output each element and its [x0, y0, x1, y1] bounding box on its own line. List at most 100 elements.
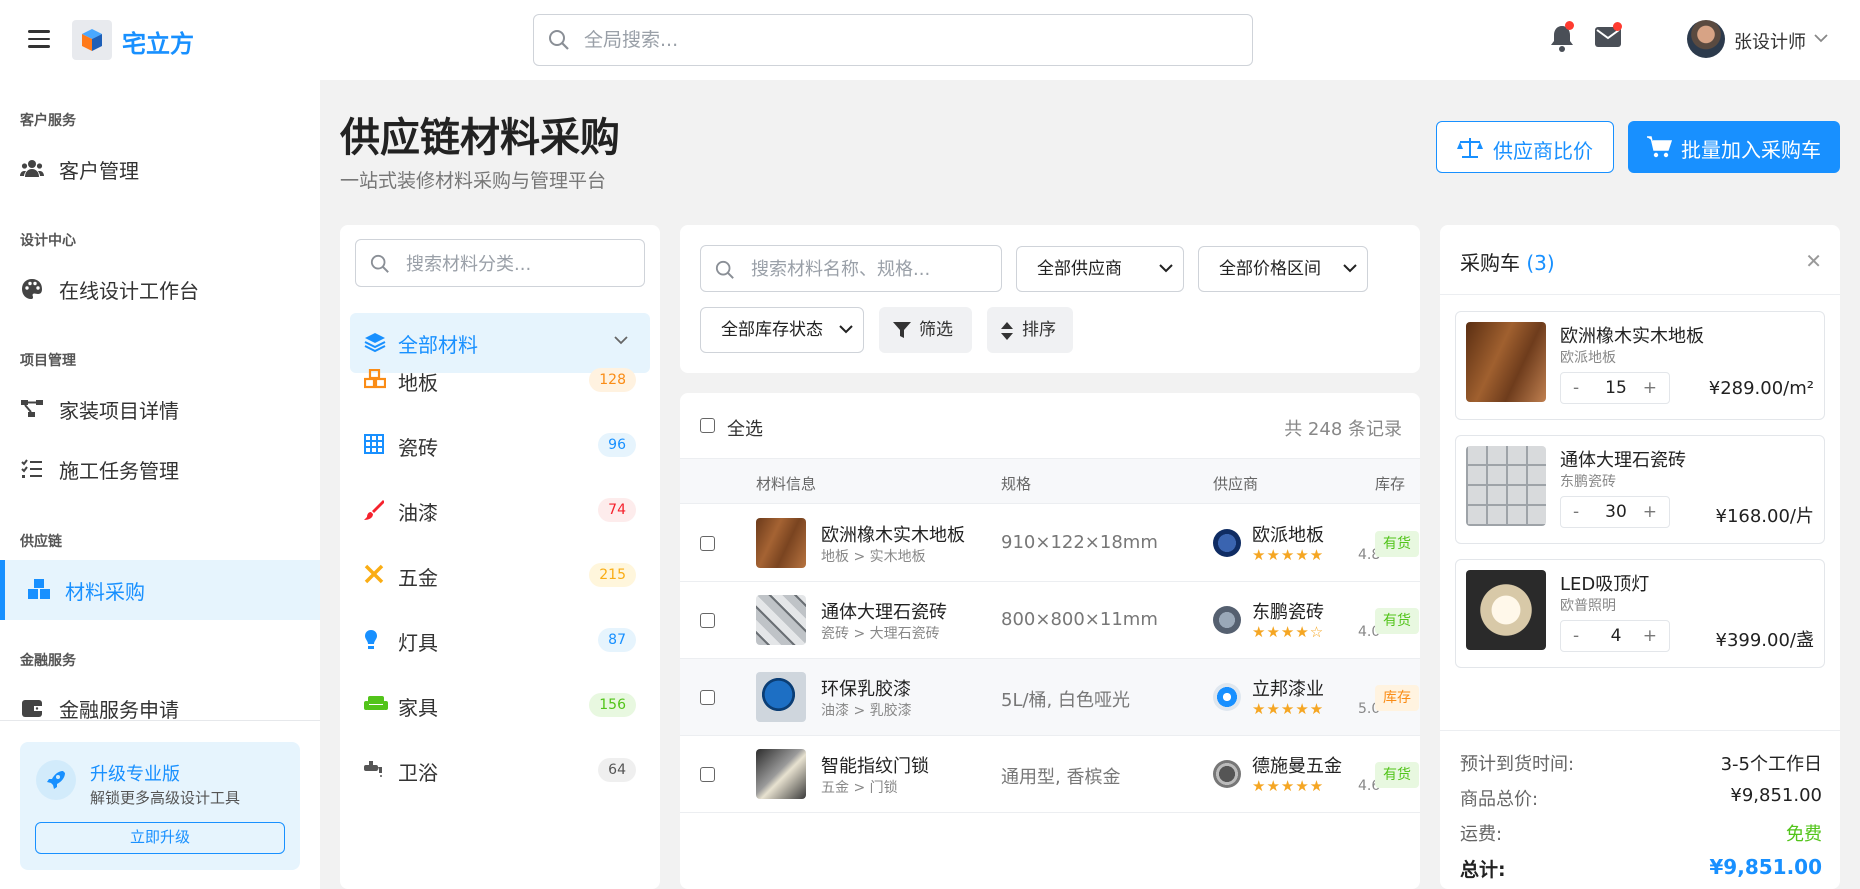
category-item[interactable]: 瓷砖 96: [350, 420, 650, 470]
row-checkbox[interactable]: [700, 767, 715, 782]
section-title: 客户服务: [20, 113, 76, 129]
increase-button[interactable]: +: [1643, 626, 1657, 646]
decrease-button[interactable]: -: [1573, 378, 1579, 398]
sidebar-item-procurement[interactable]: 材料采购: [0, 560, 320, 620]
category-item[interactable]: 地板 128: [350, 355, 650, 405]
global-search-input[interactable]: [584, 27, 1224, 53]
brand-name[interactable]: 宅立方: [122, 24, 194, 59]
price-select[interactable]: 全部价格区间: [1198, 246, 1368, 292]
category-item[interactable]: 油漆 74: [350, 485, 650, 535]
table-row[interactable]: 欧洲橡木实木地板 地板 > 实木地板 910×122×18mm 欧派地板 ★★★…: [680, 505, 1420, 582]
summary-row: 总计: ¥9,851.00: [1460, 855, 1822, 882]
table-row[interactable]: 环保乳胶漆 油漆 > 乳胶漆 5L/桶, 白色哑光 立邦漆业 ★★★★★ 5.0…: [680, 659, 1420, 736]
stock-badge: 有货: [1375, 762, 1419, 788]
sidebar-item-label: 客户管理: [59, 159, 139, 183]
global-search[interactable]: [533, 14, 1253, 66]
category-count-badge: 96: [598, 433, 636, 457]
row-checkbox[interactable]: [700, 690, 715, 705]
decrease-button[interactable]: -: [1573, 502, 1579, 522]
sort-button[interactable]: 排序: [987, 307, 1073, 353]
material-spec: 800×800×11mm: [1001, 609, 1158, 630]
category-search-input[interactable]: [406, 252, 636, 276]
category-item[interactable]: 卫浴 64: [350, 745, 650, 795]
material-search[interactable]: [700, 245, 1002, 292]
search-icon: [715, 260, 734, 279]
bell-icon[interactable]: [1550, 21, 1574, 56]
upgrade-button[interactable]: 立即升级: [35, 822, 285, 854]
supplier-name[interactable]: 欧派地板: [1252, 521, 1324, 547]
material-search-input[interactable]: [751, 257, 991, 281]
table-row[interactable]: 智能指纹门锁 五金 > 门锁 通用型, 香槟金 德施曼五金 ★★★★★ 4.6 …: [680, 736, 1420, 813]
tasks-icon: [21, 459, 42, 478]
cart-item-supplier: 欧普照明: [1560, 598, 1616, 614]
chevron-down-icon: [614, 336, 628, 345]
search-icon: [549, 30, 569, 50]
user-name[interactable]: 张设计师: [1734, 28, 1806, 54]
bulk-add-to-cart-button[interactable]: 批量加入采购车: [1628, 121, 1840, 173]
close-icon[interactable]: ✕: [1805, 249, 1822, 273]
supplier-name[interactable]: 德施曼五金: [1252, 752, 1342, 778]
stock-select[interactable]: 全部库存状态: [700, 307, 864, 353]
supplier-name[interactable]: 立邦漆业: [1252, 675, 1324, 701]
increase-button[interactable]: +: [1643, 502, 1657, 522]
supplier-select[interactable]: 全部供应商: [1016, 246, 1184, 292]
logo-icon[interactable]: [72, 20, 112, 60]
avatar[interactable]: [1687, 20, 1725, 58]
cart-title: 采购车 (3): [1460, 247, 1555, 276]
category-item[interactable]: 五金 215: [350, 550, 650, 600]
tools-icon: [364, 564, 384, 588]
material-table: 全选 共 248 条记录 材料信息 规格 供应商 库存 欧洲橡木实木地板 地板 …: [680, 393, 1420, 889]
category-search[interactable]: [355, 239, 645, 287]
material-name[interactable]: 欧洲橡木实木地板: [821, 521, 965, 547]
mail-dot: [1613, 22, 1622, 31]
filter-button[interactable]: 筛选: [879, 307, 972, 353]
chevron-down-icon[interactable]: [1814, 33, 1828, 43]
cart-panel: 采购车 (3) ✕ 欧洲橡木实木地板 欧派地板 15 - + ¥289.00/m…: [1440, 225, 1840, 889]
sidebar-item-customers[interactable]: 客户管理: [0, 143, 320, 195]
filter-label: 筛选: [919, 320, 953, 340]
decrease-button[interactable]: -: [1573, 626, 1579, 646]
sidebar-item-tasks[interactable]: 施工任务管理: [0, 443, 320, 495]
cart-item: LED吸顶灯 欧普照明 4 - + ¥399.00/盏: [1455, 559, 1825, 668]
category-panel: 全部材料 地板 128 瓷砖 96 油漆 74 五金 215 灯具 87 家具 …: [340, 225, 660, 889]
hamburger-menu-icon[interactable]: [28, 30, 50, 48]
summary-label: 商品总价:: [1460, 789, 1539, 810]
sidebar-item-design[interactable]: 在线设计工作台: [0, 263, 320, 315]
category-item[interactable]: 灯具 87: [350, 615, 650, 665]
material-name[interactable]: 环保乳胶漆: [821, 675, 911, 701]
table-row[interactable]: 通体大理石瓷砖 瓷砖 > 大理石瓷砖 800×800×11mm 东鹏瓷砖 ★★★…: [680, 582, 1420, 659]
balance-scale-icon: [1457, 138, 1483, 158]
material-name[interactable]: 智能指纹门锁: [821, 752, 929, 778]
category-count-badge: 64: [598, 758, 636, 782]
increase-button[interactable]: +: [1643, 378, 1657, 398]
compare-suppliers-button[interactable]: 供应商比价: [1436, 121, 1614, 173]
material-name[interactable]: 通体大理石瓷砖: [821, 598, 947, 624]
cart-item: 欧洲橡木实木地板 欧派地板 15 - + ¥289.00/m²: [1455, 311, 1825, 420]
category-label: 家具: [398, 696, 438, 720]
rating-stars: ★★★★★: [1252, 700, 1325, 718]
sidebar-item-projects[interactable]: 家装项目详情: [0, 383, 320, 435]
row-checkbox[interactable]: [700, 536, 715, 551]
supplier-name[interactable]: 东鹏瓷砖: [1252, 598, 1324, 624]
sidebar-item-finance[interactable]: 金融服务申请: [0, 682, 320, 734]
material-thumbnail: [756, 749, 806, 799]
section-title: 项目管理: [20, 353, 76, 369]
sort-icon: [1001, 322, 1013, 340]
column-header: 规格: [1001, 475, 1032, 493]
select-all-checkbox[interactable]: [700, 418, 715, 433]
select-all-label[interactable]: 全选: [727, 415, 763, 441]
material-thumbnail: [756, 672, 806, 722]
cart-item-price: ¥289.00/m²: [1708, 378, 1814, 399]
notification-dot: [1565, 21, 1574, 30]
palette-icon: [22, 279, 42, 299]
category-item[interactable]: 家具 156: [350, 680, 650, 730]
supplier-logo: [1213, 760, 1241, 788]
supplier-logo: [1213, 606, 1241, 634]
divider: [0, 720, 320, 721]
row-checkbox[interactable]: [700, 613, 715, 628]
price-select-value: 全部价格区间: [1219, 259, 1321, 279]
cart-title-label: 采购车: [1460, 251, 1520, 275]
mail-icon[interactable]: [1595, 22, 1622, 51]
chevron-down-icon: [1343, 264, 1357, 273]
cart-item-name: 欧洲橡木实木地板: [1560, 326, 1704, 347]
